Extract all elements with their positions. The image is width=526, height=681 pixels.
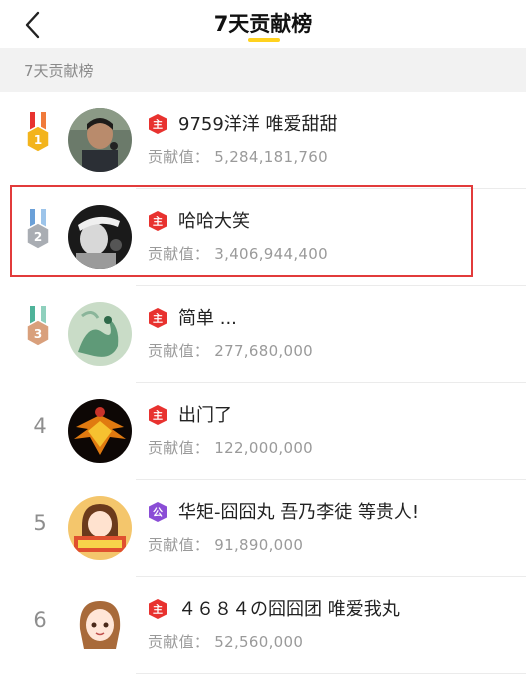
avatar[interactable] — [68, 399, 132, 463]
silver-medal-icon: 2 — [22, 209, 54, 259]
score-label: 贡献值： — [148, 439, 210, 457]
leaderboard-row[interactable]: 5 公 华矩-囧囧丸 吾乃李徒 等贵人! 贡献值： 91,890,000 — [0, 480, 526, 577]
contribution-score: 贡献值： 122,000,000 — [148, 437, 313, 458]
svg-text:主: 主 — [153, 409, 163, 422]
user-name: 简单 ... — [178, 308, 237, 329]
avatar[interactable] — [68, 108, 132, 172]
user-name: 9759洋洋 唯爱甜甜 — [178, 114, 338, 135]
rank-number: 4 — [33, 414, 47, 438]
contribution-score: 贡献值： 277,680,000 — [148, 340, 313, 361]
host-badge-icon: 主 — [148, 308, 168, 328]
score-value: 122,000,000 — [214, 439, 314, 457]
svg-text:主: 主 — [153, 215, 163, 228]
svg-text:主: 主 — [153, 603, 163, 616]
score-value: 91,890,000 — [214, 536, 304, 554]
bronze-medal-icon: 3 — [22, 306, 54, 356]
rank-number: 5 — [33, 511, 47, 535]
svg-text:公: 公 — [153, 507, 163, 519]
score-label: 贡献值： — [148, 536, 210, 554]
leaderboard-row[interactable]: 2 主 哈哈大笑 贡献值： 3,406,944,400 — [0, 189, 526, 286]
contribution-score: 贡献值： 5,284,181,760 — [148, 146, 328, 167]
score-value: 277,680,000 — [214, 342, 314, 360]
host-badge-icon: 主 — [148, 599, 168, 619]
score-value: 52,560,000 — [214, 633, 304, 651]
host-badge-icon: 主 — [148, 405, 168, 425]
user-name: 华矩-囧囧丸 吾乃李徒 等贵人! — [178, 502, 420, 523]
host-badge-icon: 主 — [148, 211, 168, 231]
leaderboard-row[interactable]: 1 主 9759洋洋 唯爱甜甜 贡献值： 5,284,181,760 — [0, 92, 526, 189]
row-divider — [136, 673, 526, 674]
user-name: ４６８４の囧囧团 唯爱我丸 — [178, 599, 400, 620]
svg-text:1: 1 — [34, 133, 42, 147]
top-bar: 7天贡献榜 — [0, 0, 526, 48]
avatar[interactable] — [68, 593, 132, 657]
svg-text:主: 主 — [153, 312, 163, 325]
contribution-score: 贡献值： 91,890,000 — [148, 534, 303, 555]
score-label: 贡献值： — [148, 148, 210, 166]
score-value: 5,284,181,760 — [214, 148, 328, 166]
avatar[interactable] — [68, 496, 132, 560]
page-title: 7天贡献榜 — [213, 12, 313, 36]
score-label: 贡献值： — [148, 342, 210, 360]
gold-medal-icon: 1 — [22, 112, 54, 162]
svg-text:3: 3 — [34, 327, 42, 341]
svg-text:主: 主 — [153, 118, 163, 131]
title-underline — [248, 38, 280, 42]
contribution-score: 贡献值： 52,560,000 — [148, 631, 303, 652]
user-name: 出门了 — [178, 405, 232, 426]
section-label: 7天贡献榜 — [24, 62, 94, 80]
score-value: 3,406,944,400 — [214, 245, 328, 263]
leaderboard-row[interactable]: 6 主 ４６８４の囧囧团 唯爱我丸 贡献值： 52,560,000 — [0, 577, 526, 674]
score-label: 贡献值： — [148, 633, 210, 651]
score-label: 贡献值： — [148, 245, 210, 263]
guild-badge-icon: 公 — [148, 502, 168, 522]
leaderboard-row[interactable]: 3 主 简单 ... 贡献值： 277,680,000 — [0, 286, 526, 383]
contribution-score: 贡献值： 3,406,944,400 — [148, 243, 328, 264]
rank-number: 6 — [33, 608, 47, 632]
avatar[interactable] — [68, 205, 132, 269]
avatar[interactable] — [68, 302, 132, 366]
host-badge-icon: 主 — [148, 114, 168, 134]
user-name: 哈哈大笑 — [178, 211, 250, 232]
leaderboard-row[interactable]: 4 主 出门了 贡献值： 122,000,000 — [0, 383, 526, 480]
section-header: 7天贡献榜 — [0, 48, 526, 92]
svg-text:2: 2 — [34, 230, 42, 244]
